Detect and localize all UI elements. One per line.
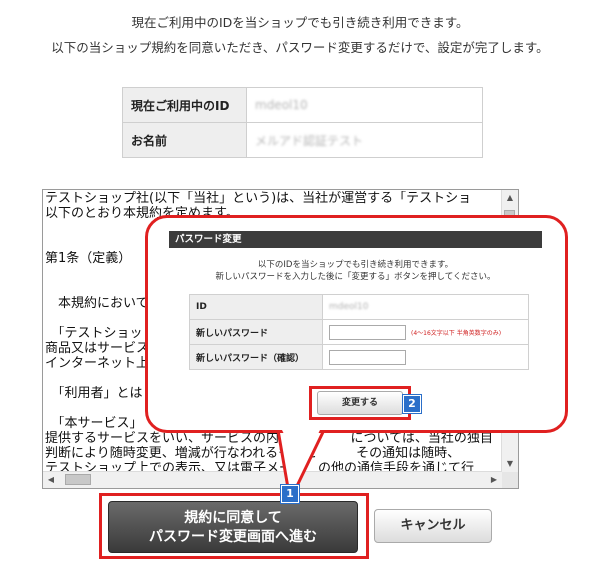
callout-tail-join xyxy=(281,428,321,436)
table-row: ID mdeol10 xyxy=(189,294,529,320)
confirm-password-label: 新しいパスワード（確認） xyxy=(189,344,323,370)
password-form-table: ID mdeol10 新しいパスワード (4～16文字以下 半角英数字のみ) 新… xyxy=(189,294,529,370)
new-password-label: 新しいパスワード xyxy=(189,319,323,345)
table-row: 新しいパスワード（確認） xyxy=(189,344,529,370)
step-badge-2: 2 xyxy=(403,395,421,413)
popup-message-1: 以下のIDを当ショップでも引き続き利用できます。 xyxy=(257,260,454,270)
popup-id-label: ID xyxy=(189,294,323,320)
password-hint: (4～16文字以下 半角英数字のみ) xyxy=(411,329,502,337)
popup-title: パスワード変更 xyxy=(169,231,542,248)
agree-and-proceed-button[interactable]: 規約に同意して パスワード変更画面へ進む xyxy=(108,501,358,553)
popup-message-2: 新しいパスワードを入力した後に「変更する」ボタンを押してください。 xyxy=(215,272,496,282)
new-password-input[interactable] xyxy=(329,324,406,340)
cancel-button[interactable]: キャンセル xyxy=(374,509,492,543)
confirm-password-input[interactable] xyxy=(329,349,406,365)
table-row: 新しいパスワード (4～16文字以下 半角英数字のみ) xyxy=(189,319,529,345)
change-password-button[interactable]: 変更する xyxy=(317,391,403,415)
step-badge-1: 1 xyxy=(281,485,299,503)
agree-button-line-1: 規約に同意して xyxy=(184,510,282,526)
agree-button-line-2: パスワード変更画面へ進む xyxy=(149,529,317,545)
popup-id-value: mdeol10 xyxy=(329,302,369,312)
